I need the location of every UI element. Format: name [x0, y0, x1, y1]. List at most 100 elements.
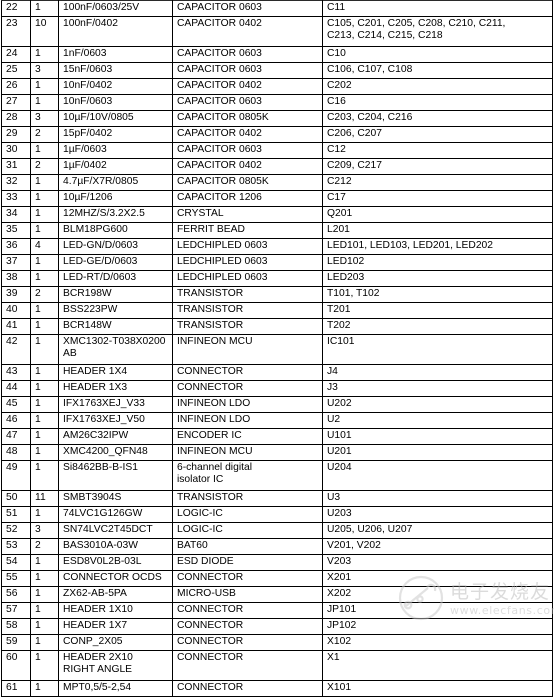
cell-designators: U202 — [322, 396, 553, 413]
cell-designators: U201 — [322, 444, 553, 461]
cell-value: BCR148W — [58, 318, 173, 335]
cell-position: 23 — [1, 16, 31, 47]
cell-value: LED-GE/D/0603 — [58, 254, 173, 271]
table-row: 54 1 ESD8V0L2B-03L ESD DIODE V203 — [1, 554, 553, 571]
table-row: 36 4 LED-GN/D/0603 LEDCHIPLED 0603 LED101, L… — [1, 238, 553, 255]
cell-designators: LED101, LED103, LED201, LED202 — [322, 238, 553, 255]
table-row: 27 1 10nF/0603 CAPACITOR 0603 C16 — [1, 94, 553, 111]
cell-description: CAPACITOR 0402 — [172, 16, 323, 47]
cell-position: 29 — [1, 126, 31, 143]
cell-quantity: 1 — [30, 602, 59, 619]
table-row: 53 2 BAS3010A-03W BAT60 V201, V202 — [1, 538, 553, 555]
table-row: 57 1 HEADER 1X10 CONNECTOR JP101 — [1, 602, 553, 619]
table-row: 35 1 BLM18PG600 FERRIT BEAD L201 — [1, 222, 553, 239]
cell-description: 6-channel digital isolator IC — [172, 460, 323, 491]
cell-position: 50 — [1, 490, 31, 507]
cell-description: CAPACITOR 0402 — [172, 78, 323, 95]
table-row: 24 1 1nF/0603 CAPACITOR 0603 C10 — [1, 46, 553, 63]
cell-value: BCR198W — [58, 286, 173, 303]
cell-value: ESD8V0L2B-03L — [58, 554, 173, 571]
cell-designators: T201 — [322, 302, 553, 319]
cell-designators: T101, T102 — [322, 286, 553, 303]
cell-description: CAPACITOR 0805K — [172, 110, 323, 127]
cell-description: TRANSISTOR — [172, 490, 323, 507]
cell-designators: C12 — [322, 142, 553, 159]
cell-value: 12MHZ/S/3.2X2.5 — [58, 206, 173, 223]
cell-description: CONNECTOR — [172, 364, 323, 381]
cell-value: LED-GN/D/0603 — [58, 238, 173, 255]
table-row: 26 1 10nF/0402 CAPACITOR 0402 C202 — [1, 78, 553, 95]
cell-value: 10nF/0603 — [58, 94, 173, 111]
cell-position: 60 — [1, 650, 31, 681]
cell-quantity: 1 — [30, 302, 59, 319]
table-row: 37 1 LED-GE/D/0603 LEDCHIPLED 0603 LED102 — [1, 254, 553, 271]
cell-description: CAPACITOR 0603 — [172, 142, 323, 159]
cell-quantity: 1 — [30, 0, 59, 17]
cell-description: FERRIT BEAD — [172, 222, 323, 239]
cell-designators: J3 — [322, 380, 553, 397]
cell-position: 55 — [1, 570, 31, 587]
cell-designators: C11 — [322, 0, 553, 17]
cell-designators: T202 — [322, 318, 553, 335]
table-row: 39 2 BCR198W TRANSISTOR T101, T102 — [1, 286, 553, 303]
cell-quantity: 1 — [30, 444, 59, 461]
cell-description: LOGIC-IC — [172, 522, 323, 539]
table-row: 38 1 LED-RT/D/0603 LEDCHIPLED 0603 LED203 — [1, 270, 553, 287]
cell-quantity: 1 — [30, 254, 59, 271]
cell-position: 40 — [1, 302, 31, 319]
cell-designators: Q201 — [322, 206, 553, 223]
cell-position: 32 — [1, 174, 31, 191]
cell-position: 36 — [1, 238, 31, 255]
cell-quantity: 1 — [30, 78, 59, 95]
table-row: 30 1 1µF/0603 CAPACITOR 0603 C12 — [1, 142, 553, 159]
cell-position: 27 — [1, 94, 31, 111]
table-row: 60 1 HEADER 2X10 RIGHT ANGLE CONNECTOR X1 — [1, 650, 553, 681]
cell-designators: U2 — [322, 412, 553, 429]
cell-description: TRANSISTOR — [172, 286, 323, 303]
cell-quantity: 4 — [30, 238, 59, 255]
cell-description: CONNECTOR — [172, 618, 323, 635]
cell-designators: X202 — [322, 586, 553, 603]
cell-description: CAPACITOR 0603 — [172, 62, 323, 79]
cell-description: INFINEON MCU — [172, 444, 323, 461]
cell-value: 1nF/0603 — [58, 46, 173, 63]
cell-description: CONNECTOR — [172, 380, 323, 397]
table-row: 46 1 IFX1763XEJ_V50 INFINEON LDO U2 — [1, 412, 553, 429]
cell-value: HEADER 2X10 RIGHT ANGLE — [58, 650, 173, 681]
cell-value: 15pF/0402 — [58, 126, 173, 143]
bom-table-container: 22 1 100nF/0603/25V CAPACITOR 0603 C11 23 10 10… — [0, 0, 554, 697]
cell-description: CRYSTAL — [172, 206, 323, 223]
table-row: 50 11 SMBT3904S TRANSISTOR U3 — [1, 490, 553, 507]
cell-designators: U205, U206, U207 — [322, 522, 553, 539]
cell-designators: X101 — [322, 680, 553, 697]
cell-position: 37 — [1, 254, 31, 271]
table-row: 31 2 1µF/0402 CAPACITOR 0402 C209, C217 — [1, 158, 553, 175]
cell-description: CONNECTOR — [172, 680, 323, 697]
cell-description: LEDCHIPLED 0603 — [172, 254, 323, 271]
cell-value: XMC4200_QFN48 — [58, 444, 173, 461]
cell-value: 10µF/1206 — [58, 190, 173, 207]
cell-quantity: 1 — [30, 94, 59, 111]
cell-designators: U204 — [322, 460, 553, 491]
cell-description: CAPACITOR 0603 — [172, 46, 323, 63]
cell-position: 25 — [1, 62, 31, 79]
table-row: 47 1 AM26C32IPW ENCODER IC U101 — [1, 428, 553, 445]
cell-description: BAT60 — [172, 538, 323, 555]
cell-value: 4.7µF/X7R/0805 — [58, 174, 173, 191]
cell-position: 41 — [1, 318, 31, 335]
cell-designators: V203 — [322, 554, 553, 571]
cell-quantity: 1 — [30, 318, 59, 335]
table-row: 55 1 CONNECTOR OCDS CONNECTOR X201 — [1, 570, 553, 587]
table-row: 49 1 Si8462BB-B-IS1 6-channel digital isola… — [1, 460, 553, 491]
table-row: 44 1 HEADER 1X3 CONNECTOR J3 — [1, 380, 553, 397]
cell-value: 100nF/0603/25V — [58, 0, 173, 17]
cell-description: CAPACITOR 0805K — [172, 174, 323, 191]
cell-value: HEADER 1X10 — [58, 602, 173, 619]
cell-designators: X201 — [322, 570, 553, 587]
cell-position: 31 — [1, 158, 31, 175]
cell-value: SMBT3904S — [58, 490, 173, 507]
cell-designators: X1 — [322, 650, 553, 681]
cell-value: 1µF/0603 — [58, 142, 173, 159]
table-row: 45 1 IFX1763XEJ_V33 INFINEON LDO U202 — [1, 396, 553, 413]
cell-position: 59 — [1, 634, 31, 651]
